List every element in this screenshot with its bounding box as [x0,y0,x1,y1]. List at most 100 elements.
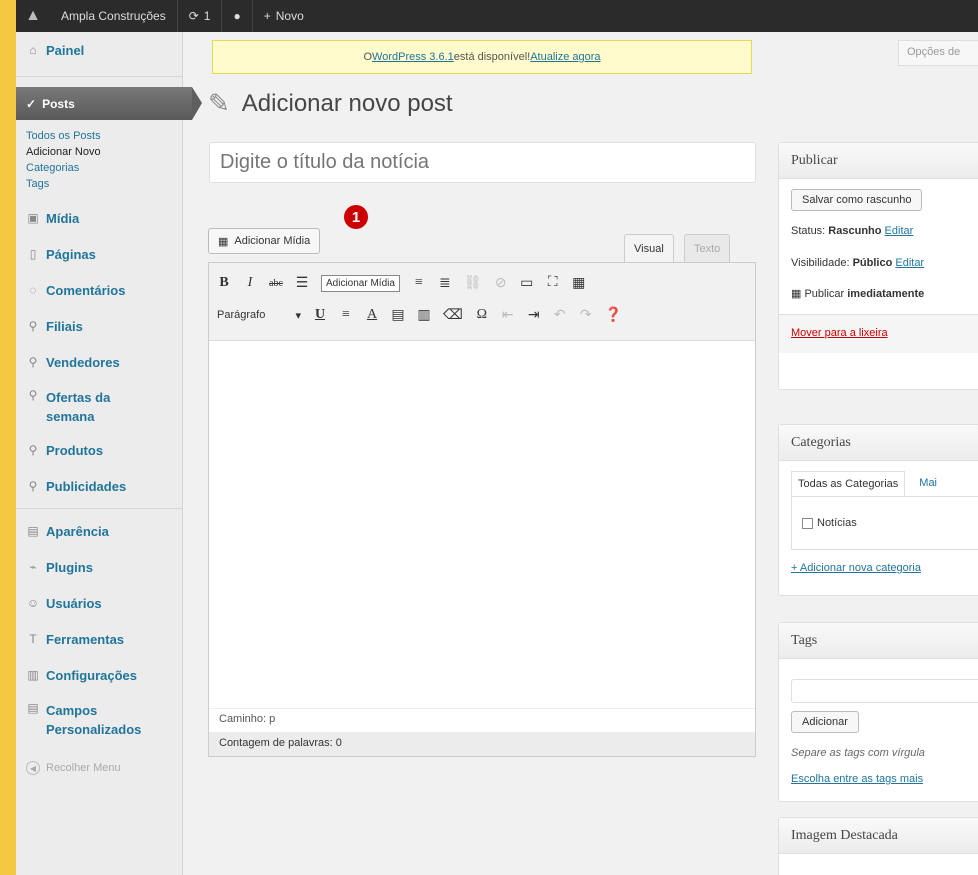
admin-sidebar: ⌂ Painel ✓ Posts Todos os Posts Adicionar … [16,32,202,875]
schedule-value: imediatamente [847,288,925,300]
status-value: Rascunho [828,225,882,237]
indent-icon[interactable]: ⇥ [527,307,541,324]
sidebar-item-ofertas[interactable]: ⚲ Ofertas da semana [16,380,182,432]
sidebar-item-plugins[interactable]: ⌁ Plugins [16,549,182,585]
tags-hint: Separe as tags com vírgula [791,747,925,759]
sidebar-item-painel[interactable]: ⌂ Painel [16,38,182,62]
sidebar-item-filiais[interactable]: ⚲ Filiais [16,308,182,344]
pin-icon: ⚲ [28,443,38,457]
italic-icon[interactable]: I [243,275,257,291]
tab-text[interactable]: Texto [684,234,731,262]
add-category-link[interactable]: + Adicionar nova categoria [791,562,921,574]
sidebar-item-label: Vendedores [46,354,120,370]
special-char-icon[interactable]: Ω [475,307,489,323]
update-notice: O WordPress 3.6.1 está disponível! Atual… [212,40,752,74]
move-to-trash-link[interactable]: Mover para a lixeira [791,327,888,339]
posts-submenu: Todos os Posts Adicionar Novo Categorias… [16,120,182,200]
submenu-all-posts[interactable]: Todos os Posts [16,128,182,144]
sidebar-item-label: Comentários [46,282,126,298]
choose-tags-link[interactable]: Escolha entre as tags mais [791,773,923,785]
screen-options-tab[interactable]: Opções de [898,40,978,66]
submenu-tags[interactable]: Tags [16,176,182,192]
sidebar-item-vendedores[interactable]: ⚲ Vendedores [16,344,182,380]
paste-text-icon[interactable]: ▤ [391,307,405,324]
site-name-link[interactable]: Ampla Construções [50,0,177,32]
plus-icon: + [263,9,271,23]
add-media-label: Adicionar Mídia [234,235,311,247]
fullscreen-icon[interactable]: ⛶ [546,275,560,291]
pin-icon: ⚲ [28,355,38,369]
updates-link[interactable]: ⟳ 1 [178,0,222,32]
visibility-row: Visibilidade: Público Editar [791,257,978,269]
add-tag-button[interactable]: Adicionar [791,711,859,733]
undo-icon[interactable]: ↶ [553,307,567,324]
sidebar-item-aparencia[interactable]: ▤ Aparência [16,513,182,549]
add-media-tooltip: Adicionar Mídia [321,274,400,292]
bold-icon[interactable]: B [217,275,231,291]
unlink-icon[interactable]: ⊘ [494,275,508,292]
sidebar-item-posts[interactable]: ✓ Posts [16,87,202,120]
pin-icon: ⚲ [28,479,38,493]
format-select[interactable]: Parágrafo ▾ [217,309,301,322]
tab-all-categories[interactable]: Todas as Categorias [791,471,906,496]
kitchen-sink-icon[interactable]: ▦ [572,275,586,292]
featured-image-title: Imagem Destacada [779,818,978,854]
pin-icon: ⚲ [28,388,38,402]
sidebar-item-label: Campos Personalizados [46,701,141,739]
sidebar-item-produtos[interactable]: ⚲ Produtos [16,432,182,468]
dashboard-icon: ⌂ [29,43,37,57]
comment-icon: ◌ [29,283,37,297]
comments-link[interactable]: ● [222,0,251,32]
tab-visual[interactable]: Visual [624,234,674,262]
updates-count: 1 [203,9,211,23]
sidebar-item-label: Ferramentas [46,631,125,647]
notice-update-link[interactable]: Atualize agora [530,51,600,63]
category-checkbox[interactable] [802,517,813,529]
collapse-menu-button[interactable]: ◀ Recolher Menu [16,761,182,775]
sidebar-item-configuracoes[interactable]: ▥ Configurações [16,657,182,693]
sidebar-item-campos[interactable]: ▤ Campos Personalizados [16,693,182,747]
category-list: Notícias [791,496,978,550]
sidebar-item-label: Aparência [46,523,109,539]
submenu-add-new[interactable]: Adicionar Novo [16,144,182,160]
status-label: Status: [791,225,829,237]
calendar-icon: ▦ [791,288,805,300]
save-draft-button[interactable]: Salvar como rascunho [791,189,923,211]
pin-icon: ✓ [26,96,37,111]
sidebar-item-usuarios[interactable]: ☺ Usuários [16,585,182,621]
strikethrough-icon[interactable]: abc [269,278,283,289]
add-media-button[interactable]: ▦ Adicionar Mídia [208,228,321,254]
redo-icon[interactable]: ↷ [579,307,593,324]
tab-most-used[interactable]: Mai [913,471,944,496]
visibility-label: Visibilidade: [791,257,853,269]
clear-formatting-icon[interactable]: ⌫ [443,307,463,324]
bullet-list-icon[interactable]: ☰ [295,275,309,292]
edit-visibility-link[interactable]: Editar [895,257,924,269]
outdent-icon[interactable]: ⇤ [501,307,515,324]
new-content-link[interactable]: + Novo [253,0,315,32]
edit-status-link[interactable]: Editar [885,225,914,237]
paste-word-icon[interactable]: ▥ [417,307,431,324]
justify-icon[interactable]: ≡ [339,307,353,323]
underline-icon[interactable]: U [313,307,327,323]
align-right-icon[interactable]: ≣ [438,275,452,292]
notice-version-link[interactable]: WordPress 3.6.1 [372,51,454,63]
link-icon[interactable]: ⛓ [464,275,482,292]
more-tag-icon[interactable]: ▭ [520,275,534,292]
pushpin-icon: ✎ [208,88,230,118]
sidebar-item-comentarios[interactable]: ◌ Comentários [16,272,182,308]
post-title-input[interactable] [209,142,756,183]
sidebar-item-ferramentas[interactable]: T Ferramentas [16,621,182,657]
wordpress-logo-icon[interactable]: ▲ [16,0,50,32]
tags-input[interactable] [791,679,978,703]
editor-content-area[interactable] [209,341,755,708]
text-color-icon[interactable]: A [365,307,379,323]
submenu-categories[interactable]: Categorias [16,160,182,176]
help-icon[interactable]: ❓ [605,307,622,324]
align-left-icon[interactable]: ≡ [412,275,426,291]
plugin-icon: ⌁ [29,560,37,574]
post-editor: B I abc ☰ Adicionar Mídia ≡ ≣ ⛓ ⊘ ▭ ⛶ ▦ … [208,262,756,757]
sidebar-item-paginas[interactable]: ▯ Páginas [16,236,182,272]
sidebar-item-publicidades[interactable]: ⚲ Publicidades [16,468,182,504]
sidebar-item-midia[interactable]: ▣ Mídia [16,200,182,236]
